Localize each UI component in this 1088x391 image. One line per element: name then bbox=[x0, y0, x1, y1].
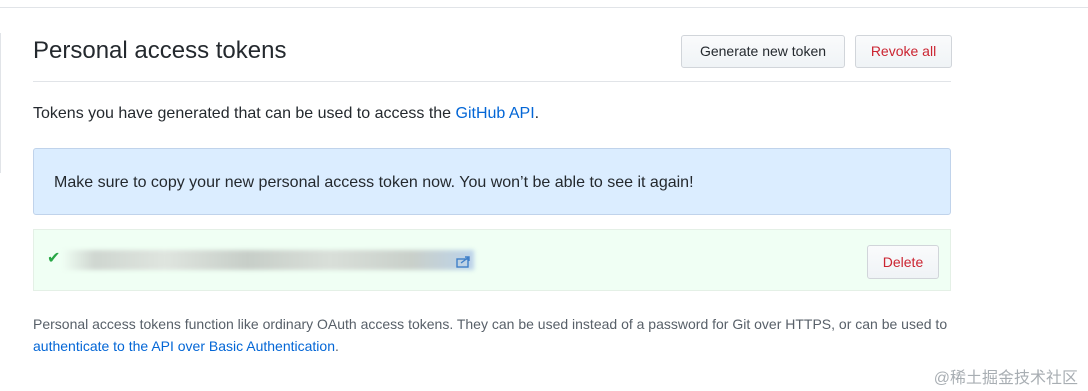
note-text: Personal access tokens function like ord… bbox=[33, 316, 948, 332]
intro-text: Tokens you have generated that can be us… bbox=[33, 105, 539, 123]
clipboard-icon[interactable] bbox=[456, 255, 471, 268]
generate-new-token-button[interactable]: Generate new token bbox=[681, 35, 845, 68]
copy-token-flash: Make sure to copy your new personal acce… bbox=[33, 148, 951, 215]
flash-message: Make sure to copy your new personal acce… bbox=[54, 174, 694, 191]
new-token-row: ✔ Delete bbox=[33, 229, 951, 291]
token-value-redacted[interactable] bbox=[62, 250, 474, 270]
note-suffix: . bbox=[334, 338, 339, 354]
github-api-link[interactable]: GitHub API bbox=[456, 105, 535, 122]
token-help-note: Personal access tokens function like ord… bbox=[33, 313, 948, 357]
page-title: Personal access tokens bbox=[33, 37, 287, 64]
revoke-all-button[interactable]: Revoke all bbox=[855, 35, 952, 68]
intro-text-suffix: . bbox=[534, 105, 540, 122]
left-nav-border bbox=[0, 33, 1, 173]
intro-text-body: Tokens you have generated that can be us… bbox=[33, 105, 456, 122]
basic-auth-link[interactable]: authenticate to the API over Basic Authe… bbox=[33, 338, 335, 354]
delete-token-button[interactable]: Delete bbox=[867, 245, 939, 279]
watermark-text: @稀土掘金技术社区 bbox=[933, 370, 1078, 387]
subhead: Personal access tokens Generate new toke… bbox=[33, 33, 952, 82]
top-divider bbox=[0, 7, 1088, 8]
check-icon: ✔ bbox=[47, 250, 61, 267]
